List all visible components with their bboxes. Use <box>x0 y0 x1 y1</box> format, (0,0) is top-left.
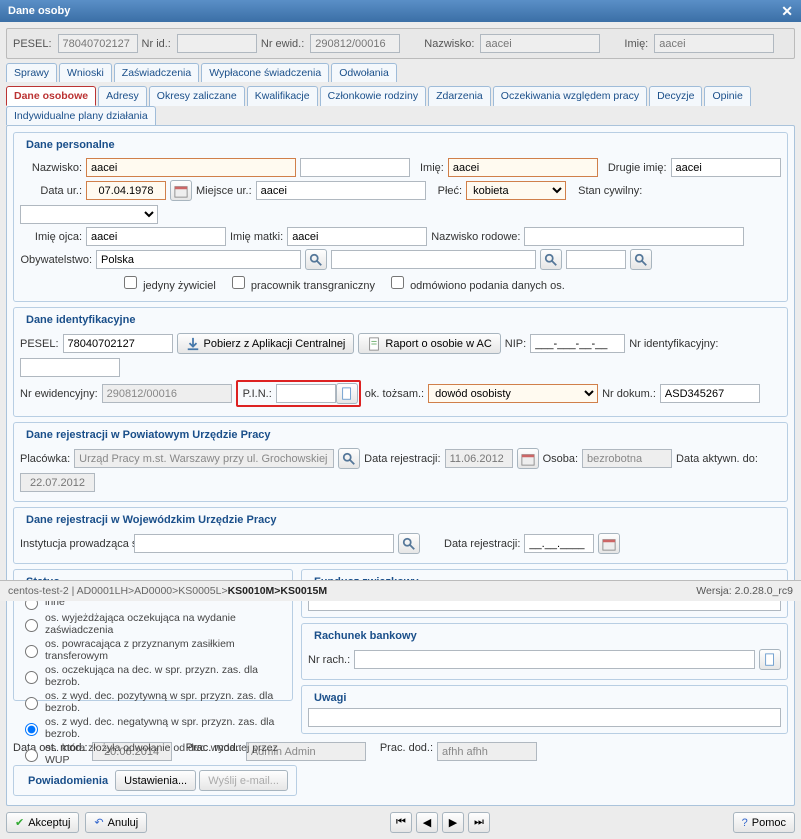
miejsceur-input[interactable] <box>256 181 426 200</box>
cb-jedyny[interactable] <box>124 276 137 289</box>
calendar-icon[interactable] <box>170 180 192 201</box>
nrrach-input[interactable] <box>354 650 755 669</box>
datarej-input <box>445 449 513 468</box>
tab-okresy-zaliczane[interactable]: Okresy zaliczane <box>149 86 245 106</box>
datakt-input <box>20 473 95 492</box>
tozsam-select[interactable]: dowód osobisty <box>428 384 598 403</box>
tab-zdarzenia[interactable]: Zdarzenia <box>428 86 491 106</box>
imieojca-input[interactable] <box>86 227 226 246</box>
osoba-input <box>582 449 672 468</box>
search-icon[interactable] <box>398 533 420 554</box>
tab-wypłacone-świadczenia[interactable]: Wypłacone świadczenia <box>201 63 329 82</box>
nrewid-ro <box>310 34 400 53</box>
nrid-label: Nr id.: <box>142 38 171 50</box>
obyw2-input[interactable] <box>331 250 536 269</box>
cb-transgr[interactable] <box>232 276 245 289</box>
instytucja-input[interactable] <box>134 534 394 553</box>
btn-pobierz-ac[interactable]: Pobierz z Aplikacji Centralnej <box>177 333 355 354</box>
tab-indywidualne-plany-działania[interactable]: Indywidualne plany działania <box>6 106 156 125</box>
tab-opinie[interactable]: Opinie <box>704 86 750 106</box>
status-radio-3[interactable] <box>25 671 38 684</box>
nav-prev-icon[interactable]: ◀ <box>416 812 438 833</box>
tab-decyzje[interactable]: Decyzje <box>649 86 702 106</box>
help-button[interactable]: ? Pomoc <box>733 812 795 833</box>
pracdod-input <box>437 742 537 761</box>
pesel-ro <box>58 34 138 53</box>
calendar-icon[interactable] <box>598 533 620 554</box>
group-regpow-title: Dane rejestracji w Powiatowym Urzędzie P… <box>22 429 275 441</box>
pin-input[interactable] <box>276 384 336 403</box>
imiematki-input[interactable] <box>287 227 427 246</box>
imie-label: Imię: <box>624 38 648 50</box>
placowka-input <box>74 449 334 468</box>
nazwisko-ro <box>480 34 600 53</box>
imie-input[interactable] <box>448 158 598 177</box>
doc-icon[interactable] <box>759 649 781 670</box>
tabs-row-1: SprawyWnioskiZaświadczeniaWypłacone świa… <box>6 63 795 82</box>
nazwisko-input[interactable] <box>86 158 296 177</box>
tab-wnioski[interactable]: Wnioski <box>59 63 112 82</box>
imie-ro <box>654 34 774 53</box>
tab-dane-osobowe[interactable]: Dane osobowe <box>6 86 96 106</box>
cb-odmowa[interactable] <box>391 276 404 289</box>
tab-zaświadczenia[interactable]: Zaświadczenia <box>114 63 199 82</box>
calendar-icon[interactable] <box>517 448 539 469</box>
group-pow-title: Powiadomienia <box>24 775 112 787</box>
status-radio-6[interactable] <box>25 749 38 762</box>
group-bank-title: Rachunek bankowy <box>310 630 421 642</box>
dataur-input[interactable] <box>86 181 166 200</box>
search-icon[interactable] <box>630 249 652 270</box>
status-radio-5[interactable] <box>25 723 38 736</box>
nrewid-label: Nr ewid.: <box>261 38 304 50</box>
cancel-button[interactable]: ↶ Anuluj <box>85 812 147 833</box>
status-radio-2[interactable] <box>25 645 38 658</box>
drugieimie-input[interactable] <box>671 158 781 177</box>
nazwisko2-input[interactable] <box>300 158 410 177</box>
plec-select[interactable]: kobieta <box>466 181 566 200</box>
tab-sprawy[interactable]: Sprawy <box>6 63 57 82</box>
status-radio-1[interactable] <box>25 619 38 632</box>
nav-last-icon[interactable]: ⏭ <box>468 812 490 833</box>
search-icon[interactable] <box>305 249 327 270</box>
tab-członkowie-rodziny[interactable]: Członkowie rodziny <box>320 86 426 106</box>
nav-first-icon[interactable]: ⏮ <box>390 812 412 833</box>
nip-input[interactable] <box>530 334 625 353</box>
tab-oczekiwania-względem-pracy[interactable]: Oczekiwania względem pracy <box>493 86 647 106</box>
pin-highlight: P.I.N.: <box>236 380 361 407</box>
accept-button[interactable]: ✔ Akceptuj <box>6 812 79 833</box>
status-radio-4[interactable] <box>25 697 38 710</box>
btn-ustawienia[interactable]: Ustawienia... <box>115 770 196 791</box>
summary-bar: PESEL: Nr id.: Nr ewid.: Nazwisko: Imię: <box>6 28 795 59</box>
stanc-select[interactable] <box>20 205 158 224</box>
datarej-woj-input[interactable] <box>524 534 594 553</box>
statusbar: centos-test-2 | AD0001LH>AD0000>KS0005L>… <box>0 580 801 601</box>
nrident-input[interactable] <box>20 358 120 377</box>
nrid-ro <box>177 34 257 53</box>
nrewid-input <box>102 384 232 403</box>
pesel-label: PESEL: <box>13 38 52 50</box>
search-icon[interactable] <box>338 448 360 469</box>
search-icon[interactable] <box>540 249 562 270</box>
nazwrod-input[interactable] <box>524 227 744 246</box>
window-title: Dane osoby <box>8 0 70 22</box>
tab-kwalifikacje[interactable]: Kwalifikacje <box>247 86 318 106</box>
tab-adresy[interactable]: Adresy <box>98 86 147 106</box>
tabs-row-2: Dane osoboweAdresyOkresy zaliczaneKwalif… <box>6 86 795 125</box>
obyw-input[interactable] <box>96 250 301 269</box>
close-icon[interactable]: ✕ <box>781 0 793 22</box>
pin-doc-icon[interactable] <box>336 383 358 404</box>
group-personal-title: Dane personalne <box>22 139 119 151</box>
uwagi-input[interactable] <box>308 708 781 727</box>
btn-wyslij-mail: Wyślij e-mail... <box>199 770 288 791</box>
group-regwoj-title: Dane rejestracji w Wojewódzkim Urzędzie … <box>22 514 280 526</box>
pesel-input[interactable] <box>63 334 173 353</box>
obyw3-input[interactable] <box>566 250 626 269</box>
nazwisko-label: Nazwisko: <box>424 38 474 50</box>
group-uwagi-title: Uwagi <box>310 692 350 704</box>
nrdok-input[interactable] <box>660 384 760 403</box>
nav-next-icon[interactable]: ▶ <box>442 812 464 833</box>
group-ident-title: Dane identyfikacyjne <box>22 314 139 326</box>
tab-odwołania[interactable]: Odwołania <box>331 63 397 82</box>
btn-raport-ac[interactable]: Raport o osobie w AC <box>358 333 500 354</box>
